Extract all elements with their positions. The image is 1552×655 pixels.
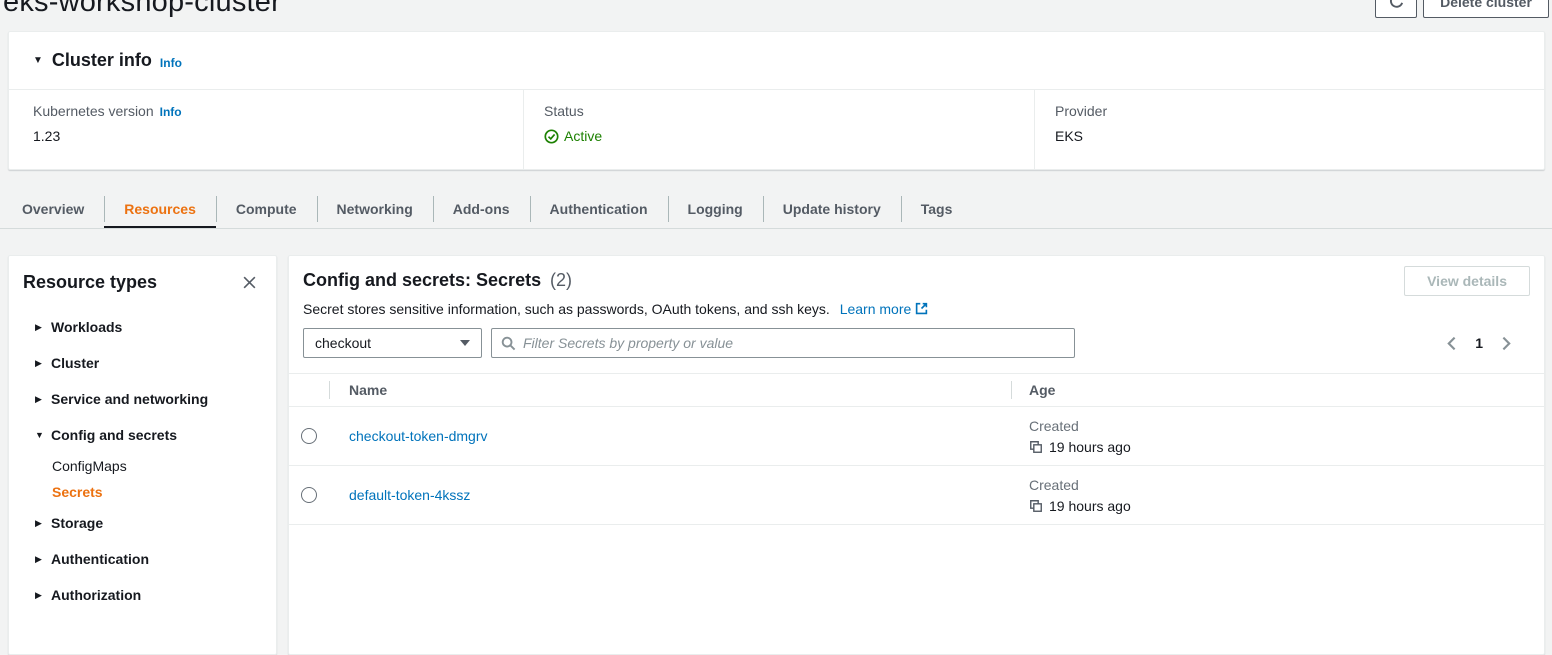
row-radio-button[interactable] [301,487,317,503]
sidebar-item-label: Workloads [51,319,122,335]
tab-add-ons[interactable]: Add-ons [433,189,530,229]
current-page-number[interactable]: 1 [1473,335,1485,351]
kubernetes-version-info-link[interactable]: Info [160,105,182,119]
delete-cluster-button[interactable]: Delete cluster [1423,0,1549,18]
close-icon[interactable] [239,272,260,293]
created-label: Created [1029,418,1544,434]
learn-more-link[interactable]: Learn more [840,301,929,317]
pagination: 1 [1442,333,1516,354]
table-row: checkout-token-dmgrv Created 19 hours ag… [289,407,1544,466]
secrets-description: Secret stores sensitive information, suc… [303,301,830,317]
chevron-right-icon: ▶ [35,394,51,405]
cluster-info-title: Cluster info [52,50,152,71]
sidebar-item-secrets[interactable]: Secrets [9,479,276,505]
secrets-table: Name Age checkout-token-dmgrv Created 19… [289,373,1544,525]
external-link-icon [915,302,928,315]
provider-label: Provider [1055,103,1544,119]
column-header-age: Age [1011,382,1544,398]
secret-name-link[interactable]: checkout-token-dmgrv [349,428,488,444]
cluster-info-card: ▼ Cluster info Info Kubernetes version In… [8,31,1545,170]
chevron-right-icon: ▶ [35,518,51,529]
cluster-tabs: Overview Resources Compute Networking Ad… [2,189,972,229]
kubernetes-version-value: 1.23 [33,128,523,144]
tab-resources[interactable]: Resources [104,189,216,229]
view-details-button[interactable]: View details [1404,266,1530,296]
refresh-icon [1388,0,1405,10]
sidebar-item-label: Service and networking [51,391,208,407]
status-active-icon [544,129,559,144]
sidebar-item-label: Cluster [51,355,99,371]
status-value: Active [564,128,602,144]
sidebar-item-label: Authentication [51,551,149,567]
sidebar-item-workloads[interactable]: ▶ Workloads [9,309,276,345]
search-box [491,328,1075,358]
field-kubernetes-version: Kubernetes version Info 1.23 [9,90,523,170]
tab-networking[interactable]: Networking [317,189,433,229]
table-row: default-token-4kssz Created 19 hours ago [289,466,1544,525]
sidebar-item-authentication[interactable]: ▶ Authentication [9,541,276,577]
filter-dropdown-value: checkout [315,335,371,351]
chevron-right-icon: ▶ [35,358,51,369]
tabs-divider [0,228,1552,229]
secrets-count: (2) [550,270,572,290]
chevron-right-icon: ▶ [35,590,51,601]
column-header-name: Name [329,382,1011,398]
field-provider: Provider EKS [1034,90,1544,170]
secrets-panel: Config and secrets: Secrets (2) View det… [288,255,1545,655]
page-title: eks-workshop-cluster [3,0,281,19]
kubernetes-version-label: Kubernetes version [33,103,154,119]
sidebar-item-label: Authorization [51,587,141,603]
sidebar-item-config-and-secrets[interactable]: ▼ Config and secrets [9,417,276,453]
filter-dropdown[interactable]: checkout [303,328,482,358]
tab-update-history[interactable]: Update history [763,189,901,229]
row-radio-button[interactable] [301,428,317,444]
search-input[interactable] [523,335,1065,351]
sidebar-item-label: Storage [51,515,103,531]
cluster-info-header[interactable]: ▼ Cluster info Info [9,32,1544,90]
resource-types-panel: Resource types ▶ Workloads ▶ Cluster ▶ S… [8,255,277,655]
caret-down-icon [460,340,470,346]
collapse-triangle-icon: ▼ [33,55,43,66]
chevron-right-icon: ▶ [35,322,51,333]
chevron-down-icon: ▼ [35,430,51,440]
age-value: 19 hours ago [1049,498,1131,514]
secret-name-link[interactable]: default-token-4kssz [349,487,470,503]
sidebar-item-authorization[interactable]: ▶ Authorization [9,577,276,613]
field-status: Status Active [523,90,1034,170]
search-icon [501,336,516,351]
sidebar-item-service-and-networking[interactable]: ▶ Service and networking [9,381,276,417]
learn-more-label: Learn more [840,301,912,317]
sidebar-item-configmaps[interactable]: ConfigMaps [9,453,276,479]
tab-tags[interactable]: Tags [901,189,973,229]
tab-logging[interactable]: Logging [668,189,763,229]
sidebar-item-storage[interactable]: ▶ Storage [9,505,276,541]
copy-icon[interactable] [1029,440,1043,454]
refresh-button[interactable] [1375,0,1417,18]
table-header: Name Age [289,373,1544,407]
next-page-button[interactable] [1495,333,1516,354]
tab-authentication[interactable]: Authentication [530,189,668,229]
tab-compute[interactable]: Compute [216,189,317,229]
chevron-right-icon: ▶ [35,554,51,565]
provider-value: EKS [1055,128,1544,144]
created-label: Created [1029,477,1544,493]
resource-types-title: Resource types [23,272,157,293]
status-label: Status [544,103,1034,119]
previous-page-button[interactable] [1442,333,1463,354]
sidebar-item-label: Config and secrets [51,427,177,443]
age-value: 19 hours ago [1049,439,1131,455]
sidebar-item-cluster[interactable]: ▶ Cluster [9,345,276,381]
tab-overview[interactable]: Overview [2,189,104,229]
secrets-panel-title: Config and secrets: Secrets [303,270,541,290]
copy-icon[interactable] [1029,499,1043,513]
cluster-info-info-link[interactable]: Info [160,56,182,70]
